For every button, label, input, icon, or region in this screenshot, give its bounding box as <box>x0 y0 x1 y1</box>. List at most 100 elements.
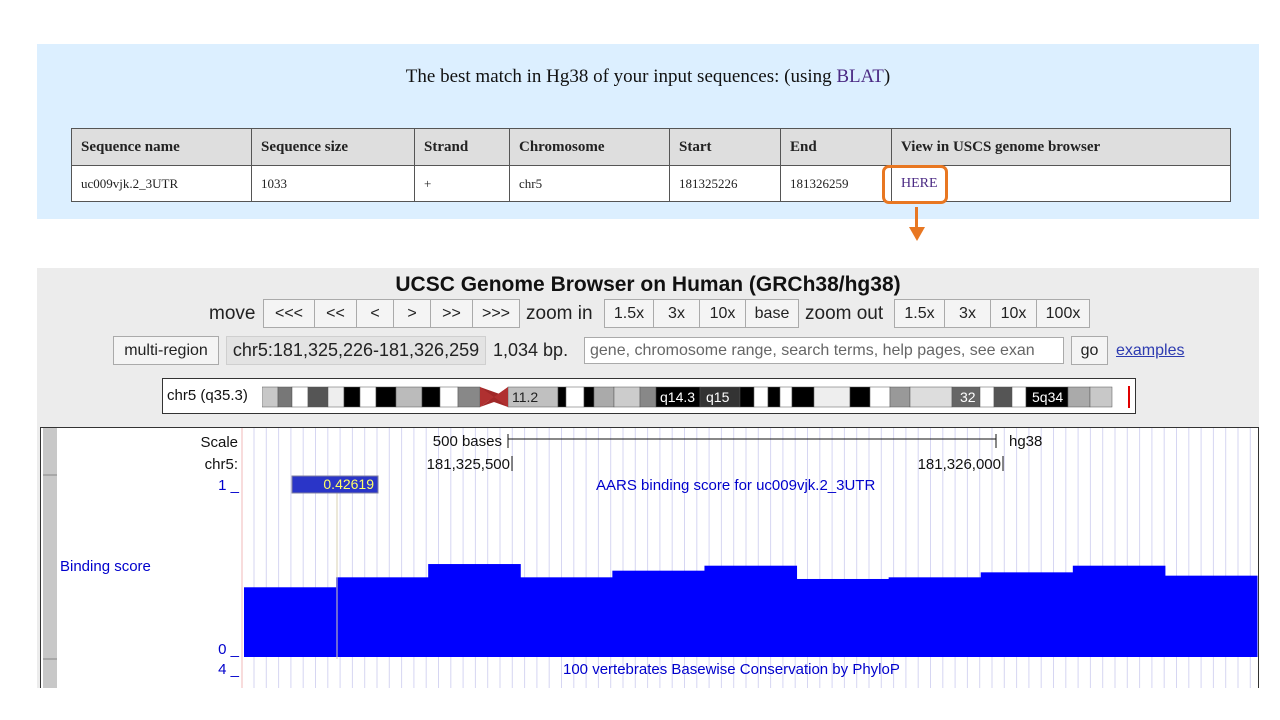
tick-label-1: 181,325,500 <box>427 456 510 473</box>
binding-score-bar <box>612 570 705 657</box>
move-far-left-button[interactable]: <<< <box>263 299 315 328</box>
cell-strand: + <box>414 165 510 202</box>
ideogram-band <box>307 386 329 408</box>
ideogram-band <box>813 386 851 408</box>
ideogram-band <box>889 386 911 408</box>
ideogram-band <box>557 386 567 408</box>
track-image: Scale chr5: 500 bases hg38 181,325,500 1… <box>43 428 1258 688</box>
binding-score-bar <box>704 565 798 657</box>
ideogram-band <box>869 386 891 408</box>
highlight-box <box>882 165 948 204</box>
hover-value: 0.42619 <box>323 476 374 492</box>
blat-heading: The best match in Hg38 of your input seq… <box>37 66 1259 88</box>
ideogram-band <box>262 386 279 408</box>
blat-link[interactable]: BLAT <box>836 66 884 87</box>
y-max-label: 1 _ <box>218 477 240 494</box>
track-display[interactable]: Scale chr5: 500 bases hg38 181,325,500 1… <box>40 427 1259 688</box>
cell-sequence-name: uc009vjk.2_3UTR <box>71 165 252 202</box>
ideogram-band <box>739 386 755 408</box>
col-view: View in USCS genome browser <box>891 128 1231 166</box>
ideogram-band <box>909 386 953 408</box>
ideogram-band <box>457 386 481 408</box>
ideogram-band <box>277 386 293 408</box>
band-label-11.2: 11.2 <box>512 389 538 405</box>
col-strand: Strand <box>414 128 510 166</box>
zoom-out-10x-button[interactable]: 10x <box>990 299 1037 328</box>
search-input[interactable] <box>584 337 1064 364</box>
ideogram-band <box>979 386 995 408</box>
binding-score-bar <box>244 587 337 657</box>
ideogram-band <box>1089 386 1113 408</box>
zoom-out-3x-button[interactable]: 3x <box>944 299 991 328</box>
cell-start: 181325226 <box>669 165 781 202</box>
arrow-down-icon <box>909 227 925 241</box>
ideogram-band <box>565 386 585 408</box>
zoom-out-1.5x-button[interactable]: 1.5x <box>894 299 945 328</box>
zoom-out-label: zoom out <box>805 303 884 324</box>
tick-label-2: 181,326,000 <box>918 456 1001 473</box>
cell-end: 181326259 <box>780 165 892 202</box>
go-button[interactable]: go <box>1071 336 1108 365</box>
ideogram-band <box>593 386 615 408</box>
zoom-in-base-button[interactable]: base <box>745 299 799 328</box>
move-left-button[interactable]: < <box>356 299 394 328</box>
arrow-line <box>915 207 918 228</box>
move-far-right-button[interactable]: >>> <box>472 299 520 328</box>
col-chromosome: Chromosome <box>509 128 670 166</box>
scale-label: Scale <box>200 434 238 451</box>
ideogram-band <box>395 386 423 408</box>
ideogram-band <box>993 386 1013 408</box>
scale-text: 500 bases <box>433 433 502 450</box>
binding-score-bar <box>1164 575 1258 657</box>
ideogram-band <box>327 386 345 408</box>
move-left-more-button[interactable]: << <box>314 299 357 328</box>
multi-region-button[interactable]: multi-region <box>113 336 219 365</box>
zoom-in-3x-button[interactable]: 3x <box>653 299 700 328</box>
col-sequence-name: Sequence name <box>71 128 252 166</box>
table-row: uc009vjk.2_3UTR 1033 + chr5 181325226 18… <box>71 165 1231 202</box>
ideogram-band <box>779 386 793 408</box>
ideogram-band <box>1067 386 1091 408</box>
band-label-32: 32 <box>960 389 976 405</box>
phylop-track-title: 100 vertebrates Basewise Conservation by… <box>563 661 900 678</box>
binding-score-bar <box>336 577 429 657</box>
col-start: Start <box>669 128 781 166</box>
binding-track-title: AARS binding score for uc009vjk.2_3UTR <box>596 477 875 494</box>
position-marker <box>1128 386 1130 408</box>
chromosome-ideogram[interactable]: chr5 (q35.3) 11.2 q14.3 q15 32 5q34 <box>162 378 1136 414</box>
ideogram-label: chr5 (q35.3) <box>167 387 248 404</box>
move-label: move <box>209 303 256 324</box>
track-sidebar[interactable] <box>43 428 57 688</box>
ideogram-band <box>583 386 595 408</box>
blat-heading-close: ) <box>883 66 891 87</box>
move-right-more-button[interactable]: >> <box>430 299 473 328</box>
cell-sequence-size: 1033 <box>251 165 415 202</box>
binding-score-bar <box>796 578 890 657</box>
y-min-label: 0 _ <box>218 641 240 658</box>
page-title: UCSC Genome Browser on Human (GRCh38/hg3… <box>395 273 901 296</box>
band-label-5q34: 5q34 <box>1032 389 1063 405</box>
binding-score-bar <box>980 572 1074 657</box>
binding-score-bar <box>888 577 982 657</box>
zoom-in-1.5x-button[interactable]: 1.5x <box>604 299 654 328</box>
binding-score-bar <box>1072 565 1166 657</box>
ideogram-band <box>343 386 361 408</box>
ideogram-band <box>439 386 459 408</box>
ideogram-band <box>359 386 377 408</box>
col-end: End <box>780 128 892 166</box>
examples-link[interactable]: examples <box>1116 342 1184 360</box>
move-right-button[interactable]: > <box>393 299 431 328</box>
ideogram-band <box>291 386 309 408</box>
zoom-in-10x-button[interactable]: 10x <box>699 299 746 328</box>
col-sequence-size: Sequence size <box>251 128 415 166</box>
binding-score-bar <box>428 564 521 657</box>
chrom-label: chr5: <box>205 456 238 473</box>
zoom-out-100x-button[interactable]: 100x <box>1036 299 1090 328</box>
blat-heading-text: The best match in Hg38 of your input seq… <box>405 66 837 87</box>
binding-score-label: Binding score <box>60 558 151 575</box>
assembly-label: hg38 <box>1009 433 1042 450</box>
ideogram-band <box>421 386 441 408</box>
band-label-q15: q15 <box>706 389 730 405</box>
region-size: 1,034 bp. <box>493 340 569 360</box>
ideogram-band <box>849 386 871 408</box>
